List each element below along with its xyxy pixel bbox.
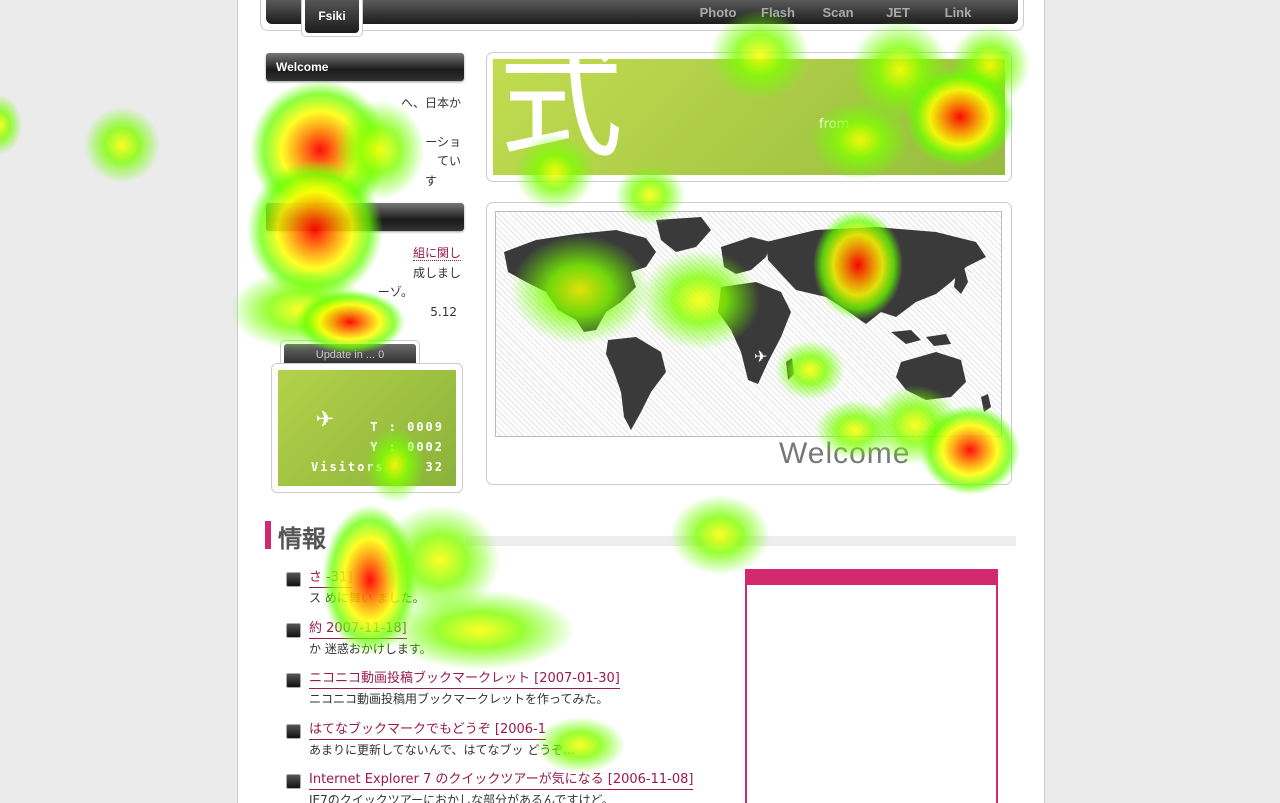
info-divider [466, 536, 1016, 546]
welcome-text: へ、日本か ーショ てい す [276, 94, 461, 191]
news-desc: か 迷惑おかけします。 [309, 641, 432, 656]
update-label: Update in ... 0 [284, 344, 416, 365]
nav-link-photo[interactable]: Photo [688, 0, 748, 24]
visitors-label: Visitors [311, 460, 385, 474]
list-item: Internet Explorer 7 のクイックツアーが気になる [2006-… [286, 771, 726, 803]
count-yesterday: Y : 0002 [370, 440, 444, 454]
sidebar-news-line: 成しまし [412, 265, 461, 280]
sidebar-news-link[interactable]: 組に関し [412, 246, 461, 261]
bullet-icon [286, 622, 301, 638]
sidebar-news-line[interactable]: 組に関し [276, 244, 461, 264]
news-link[interactable]: ニコニコ動画投稿ブックマークレット [2007-01-30] [309, 670, 620, 689]
hero-panel: 式 from [493, 59, 1005, 175]
hero-banner: 式 from [486, 52, 1012, 182]
list-item: さ -31] ス めに舞い ました。 [286, 569, 726, 620]
visitor-counter-panel: ✈ T : 0009 Y : 0002 Visitors 32 [278, 370, 456, 486]
info-accent-bar [265, 521, 271, 549]
info-heading: 情報 [278, 525, 326, 553]
hero-kanji: 式 [499, 59, 624, 175]
world-map-graphic: ✈ [504, 217, 991, 430]
sidebar-news-date: 5.12 [430, 304, 457, 319]
bullet-icon [286, 572, 301, 587]
airplane-icon: ✈ [316, 400, 335, 435]
world-map-panel: ✈ Welcome [486, 202, 1012, 485]
hero-from-text: from [819, 117, 850, 132]
bullet-icon [286, 774, 301, 789]
navbar-bar: Photo Flash Scan JET Link [266, 0, 1018, 24]
nav-link-flash[interactable]: Flash [748, 0, 808, 24]
news-desc: あまりに更新してないんで、はてなブッ どうぞ... [309, 742, 575, 757]
brand-logo[interactable]: Fsiki [301, 0, 363, 37]
news-desc: ス めに舞い ました。 [309, 591, 425, 605]
list-item: ニコニコ動画投稿ブックマークレット [2007-01-30] ニコニコ動画投稿用… [286, 670, 726, 721]
news-link[interactable]: Internet Explorer 7 のクイックツアーが気になる [2006-… [309, 771, 694, 790]
nav-link-link[interactable]: Link [928, 0, 988, 24]
sidebar-news-text: 組に関し 成しまし ーゾ。 5.12 [276, 244, 461, 322]
page-container: Photo Flash Scan JET Link Fsiki Welcome … [237, 0, 1045, 803]
count-today: T : 0009 [370, 420, 444, 434]
plane-map-icon: ✈ [754, 347, 767, 366]
map-welcome-text: Welcome [779, 437, 911, 470]
sidebar-news-line: ーゾ。 [377, 285, 413, 299]
welcome-line: ーショ [425, 134, 461, 149]
welcome-heading: Welcome [266, 53, 464, 81]
brand-label: Fsiki [305, 0, 359, 33]
list-item: 約 2007-11-18] か 迷惑おかけします。 [286, 620, 726, 671]
news-desc: IE7のクイックツアーにおかしな部分があるんですけど。 [309, 793, 614, 803]
list-item: はてなブックマークでもどうぞ [2006-1 あまりに更新してないんで、はてなブ… [286, 721, 726, 772]
news-desc: ニコニコ動画投稿用ブックマークレットを作ってみた。 [309, 692, 609, 706]
sidebar-news-heading [266, 203, 464, 231]
news-list: さ -31] ス めに舞い ました。 約 2007-11-18] か 迷惑おかけ… [286, 569, 726, 803]
world-map[interactable]: ✈ [495, 211, 1002, 437]
news-link[interactable]: さ -31] [309, 569, 353, 588]
visitors-value: 32 [425, 460, 444, 474]
welcome-line: す [424, 173, 437, 188]
welcome-line: てい [436, 154, 461, 168]
nav-links: Photo Flash Scan JET Link [688, 0, 988, 24]
bullet-icon [286, 723, 301, 739]
news-link[interactable]: はてなブックマークでもどうぞ [2006-1 [309, 721, 546, 740]
side-widget-box [745, 569, 998, 803]
news-link[interactable]: 約 2007-11-18] [309, 620, 407, 639]
bullet-icon [286, 673, 301, 688]
top-navbar: Photo Flash Scan JET Link Fsiki [260, 0, 1024, 37]
nav-link-scan[interactable]: Scan [808, 0, 868, 24]
update-tab: Update in ... 0 [280, 340, 420, 365]
welcome-line: へ、日本か [400, 96, 461, 110]
nav-link-jet[interactable]: JET [868, 0, 928, 24]
visitor-counter: ✈ T : 0009 Y : 0002 Visitors 32 [271, 363, 463, 493]
